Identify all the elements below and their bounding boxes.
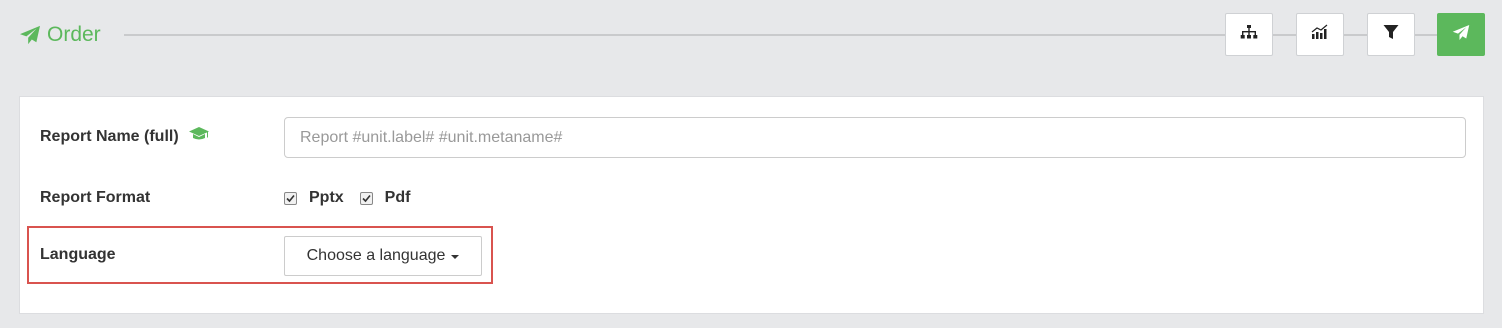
hierarchy-button[interactable]	[1225, 13, 1273, 56]
paper-plane-icon	[1452, 24, 1470, 46]
send-order-button[interactable]	[1437, 13, 1485, 56]
pdf-label: Pdf	[384, 189, 411, 206]
chart-button[interactable]	[1296, 13, 1344, 56]
language-label: Language	[40, 246, 116, 264]
report-format-label: Report Format	[40, 189, 150, 207]
graduation-cap-icon[interactable]	[188, 127, 209, 146]
language-dropdown[interactable]: Choose a language	[284, 236, 482, 276]
report-name-label-text: Report Name (full)	[40, 127, 179, 145]
checkbox-checked-icon[interactable]	[284, 191, 297, 205]
page-title-text: Order	[47, 23, 101, 46]
order-form-panel: Report Name (full) Report Format Pptx Pd…	[19, 96, 1484, 314]
report-format-options: Pptx Pdf	[284, 187, 426, 209]
report-name-label: Report Name (full)	[40, 127, 209, 146]
checkbox-checked-icon[interactable]	[359, 191, 373, 205]
filter-button[interactable]	[1367, 13, 1415, 56]
bar-chart-icon	[1311, 24, 1329, 45]
caret-down-icon	[451, 255, 460, 259]
pptx-checkbox[interactable]: Pptx	[284, 189, 344, 207]
sitemap-icon	[1240, 24, 1258, 45]
report-name-input[interactable]	[284, 117, 1466, 158]
page-title: Order	[19, 20, 101, 50]
page-header: Order	[0, 0, 1502, 70]
pdf-checkbox[interactable]: Pdf	[359, 189, 411, 207]
language-dropdown-value: Choose a language	[306, 247, 446, 264]
pptx-label: Pptx	[309, 189, 344, 206]
paper-plane-icon	[19, 25, 41, 45]
language-label-text: Language	[40, 246, 116, 263]
report-format-label-text: Report Format	[40, 189, 151, 206]
filter-icon	[1383, 24, 1399, 45]
